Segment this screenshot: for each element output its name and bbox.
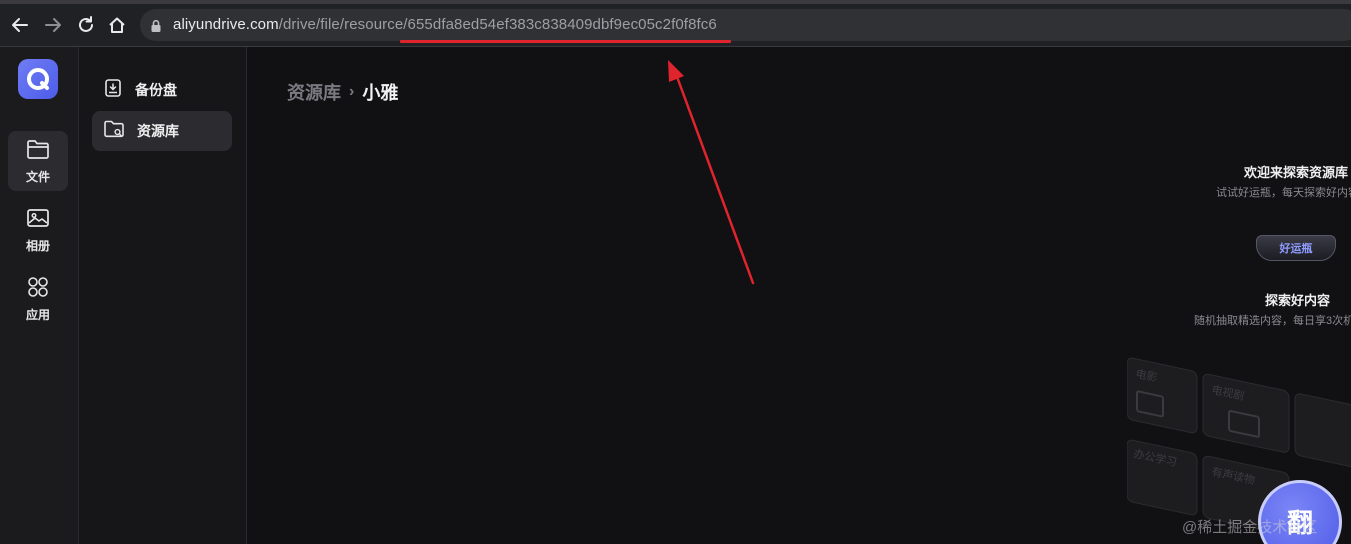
arrow-right-icon[interactable] <box>41 13 65 37</box>
photo-icon <box>26 207 50 234</box>
url-path: /drive/file/resource/ <box>278 16 408 33</box>
url-text[interactable]: aliyundrive.com/drive/file/resource/655d… <box>173 16 717 33</box>
welcome-subtitle: 试试好运瓶，每天探索好内容 <box>1216 187 1351 199</box>
apps-grid-icon <box>26 276 50 303</box>
tile-extra <box>1294 393 1351 472</box>
rail-item-photos[interactable]: 相册 <box>8 200 68 260</box>
home-icon[interactable] <box>105 13 129 37</box>
url-resource-id: 655dfa8ed54ef383c838409dbf9ec05c2f0f8fc6 <box>407 16 717 33</box>
rail-item-apps[interactable]: 应用 <box>8 269 68 329</box>
annotation-underline <box>400 40 731 43</box>
explore-title: 探索好内容 <box>1265 293 1331 308</box>
rail-label-photos: 相册 <box>25 238 50 253</box>
explore-subtitle: 随机抽取精选内容，每日享3次机会 <box>1194 315 1351 327</box>
folder-icon <box>26 138 50 165</box>
breadcrumb-separator: › <box>349 83 355 100</box>
sidebar-label-resources: 资源库 <box>137 123 179 139</box>
breadcrumb-current: 小雅 <box>362 83 399 103</box>
lock-icon[interactable] <box>150 19 162 38</box>
main-content: 资源库 › 小雅 欢迎来探索资源库 试试好运瓶，每天探索好内容 好运瓶 探索好内… <box>247 47 1351 544</box>
sidebar-item-backup[interactable]: 备份盘 <box>92 70 232 110</box>
sidebar-label-backup: 备份盘 <box>135 82 177 98</box>
sidebar-item-resources[interactable]: 资源库 <box>92 111 232 151</box>
welcome-title: 欢迎来探索资源库 <box>1244 165 1349 180</box>
backup-drive-icon <box>103 78 123 103</box>
breadcrumb-parent[interactable]: 资源库 <box>287 79 341 105</box>
rail-item-files[interactable]: 文件 <box>8 131 68 191</box>
sub-sidebar: 备份盘 资源库 <box>79 47 247 544</box>
resource-folder-icon <box>103 119 125 144</box>
url-host: aliyundrive.com <box>173 16 279 33</box>
arrow-left-icon[interactable] <box>8 13 32 37</box>
watermark: @稀土掘金技术社区 <box>1182 519 1318 536</box>
reload-icon[interactable] <box>74 13 98 37</box>
rail-label-files: 文件 <box>25 169 50 184</box>
left-rail: 文件 相册 应用 <box>0 47 79 544</box>
breadcrumb: 资源库 › 小雅 <box>287 79 398 105</box>
lucky-bottle-label: 好运瓶 <box>1279 243 1313 255</box>
lucky-bottle-button[interactable]: 好运瓶 <box>1256 235 1336 261</box>
explore-panel: 欢迎来探索资源库 试试好运瓶，每天探索好内容 好运瓶 探索好内容 随机抽取精选内… <box>1107 47 1351 544</box>
rail-label-apps: 应用 <box>25 307 50 322</box>
aliyundrive-logo-icon[interactable] <box>18 59 58 99</box>
